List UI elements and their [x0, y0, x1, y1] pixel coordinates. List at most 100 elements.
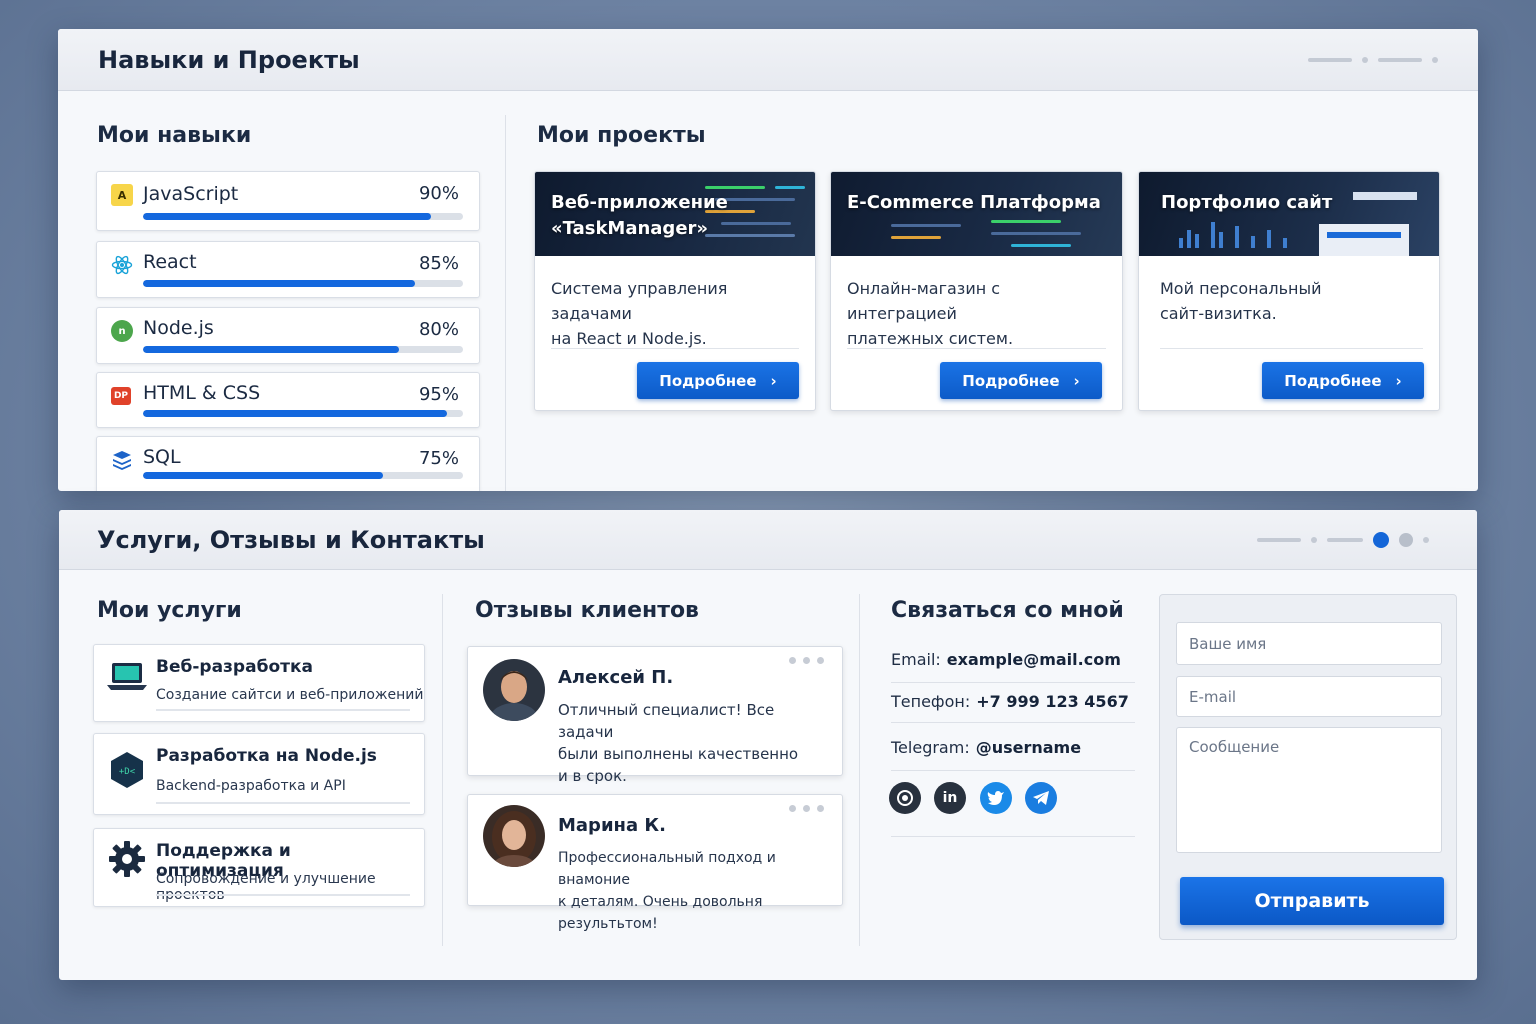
- service-description: Сопровождение и улучшение проектов: [156, 871, 376, 903]
- skill-name: JavaScript: [143, 183, 239, 205]
- contact-label: Тепефон:: [891, 692, 971, 711]
- skills-title: Мои навыки: [97, 123, 252, 148]
- submit-button[interactable]: Отправить: [1180, 877, 1444, 925]
- project-description-line2: платежных систем.: [847, 329, 1014, 348]
- more-options-icon[interactable]: [789, 805, 824, 812]
- details-button-label: Подробнее: [962, 371, 1060, 390]
- service-card-support: Поддержка и оптимизация Сопровождение и …: [93, 828, 425, 907]
- carousel-indicator: [1308, 56, 1438, 63]
- skill-percent: 80%: [418, 319, 459, 340]
- skill-card-nodejs: n Node.js 80%: [96, 307, 480, 364]
- twitter-icon[interactable]: [980, 782, 1012, 814]
- project-title: Портфолио сайт: [1161, 192, 1333, 213]
- panel-header: Навыки и Проекты: [58, 29, 1478, 91]
- chevron-right-icon: ›: [1073, 371, 1080, 390]
- project-description: Мой персональный: [1160, 279, 1322, 298]
- skill-card-react: React 85%: [96, 241, 480, 298]
- project-description-line2: на React и Node.js.: [551, 329, 707, 348]
- skill-name: React: [143, 251, 197, 273]
- review-text-line2: к деталям. Очень довольня результьтом!: [558, 894, 763, 932]
- services-title: Мои услуги: [97, 598, 242, 623]
- skill-progress-bar: [143, 410, 463, 417]
- review-card: Марина К. Профессиональный подход и внам…: [467, 794, 843, 932]
- nodejs-icon: n: [111, 320, 133, 342]
- email-input[interactable]: [1176, 676, 1442, 717]
- project-title: E-Commerce Платформа: [847, 192, 1101, 213]
- details-button-label: Подробнее: [1284, 371, 1382, 390]
- carousel-dot-active[interactable]: [1373, 531, 1389, 548]
- github-icon[interactable]: [889, 782, 921, 814]
- details-button[interactable]: Подробнее ›: [637, 362, 799, 399]
- project-screenshot: E-Commerce Платформа: [831, 172, 1122, 256]
- phone-link[interactable]: +7 999 123 4567: [976, 692, 1129, 711]
- javascript-icon: A: [111, 184, 133, 206]
- review-card: Алексей П. Отличный специалист! Все зада…: [467, 646, 843, 785]
- project-title-line2: «TaskManager»: [551, 218, 709, 239]
- skill-percent: 95%: [418, 384, 459, 405]
- service-card-web: Веб-разработка Создание сайтси и веб-при…: [93, 644, 425, 722]
- reviewer-name: Алексей П.: [558, 667, 674, 688]
- linkedin-icon[interactable]: in: [934, 782, 966, 814]
- divider: [505, 115, 506, 491]
- details-button-label: Подробнее: [659, 371, 757, 390]
- skill-percent: 75%: [418, 448, 459, 469]
- project-card-portfolio: Портфолио сайт Мой персональный сайт-визи…: [1138, 171, 1440, 411]
- project-screenshot: Веб-приложение «TaskManager»: [535, 172, 815, 256]
- panel-header: Услуги, Отзывы и Контакты: [59, 510, 1477, 570]
- review-text: Профессиональный подход и внамоние: [558, 850, 776, 888]
- skill-progress-bar: [143, 472, 463, 479]
- project-card-taskmanager: Веб-приложение «TaskManager» Система упра…: [534, 171, 816, 411]
- chevron-right-icon: ›: [770, 371, 777, 390]
- avatar: [483, 659, 545, 721]
- chevron-right-icon: ›: [1395, 371, 1402, 390]
- nodejs-hexagon-icon: +D<: [106, 750, 148, 790]
- name-input[interactable]: [1176, 622, 1442, 665]
- project-screenshot: Портфолио сайт: [1139, 172, 1439, 256]
- laptop-icon: [106, 657, 148, 697]
- details-button[interactable]: Подробнее ›: [940, 362, 1102, 399]
- skill-percent: 90%: [418, 183, 459, 204]
- project-description: Онлайн-магазин с интеграцией: [847, 279, 1001, 323]
- contact-form: Отправить: [1159, 594, 1457, 940]
- skill-name: Node.js: [143, 317, 214, 339]
- message-textarea[interactable]: [1176, 727, 1442, 853]
- contact-label: Telegram:: [891, 738, 970, 757]
- contact-telegram: Telegram: @username: [891, 738, 1135, 757]
- review-text-line3: и в срок.: [558, 767, 627, 785]
- skill-name: SQL: [143, 446, 181, 468]
- html-icon: DP: [111, 387, 131, 405]
- services-reviews-contacts-panel: Услуги, Отзывы и Контакты Мои услуги Веб…: [59, 510, 1477, 980]
- carousel-dot[interactable]: [1399, 532, 1413, 547]
- service-title: Разработка на Node.js: [156, 746, 377, 766]
- project-description-line2: сайт-визитка.: [1160, 304, 1277, 323]
- skill-progress-bar: [143, 213, 463, 220]
- contact-title: Связаться со мной: [891, 598, 1124, 623]
- service-title: Веб-разработка: [156, 657, 313, 677]
- contact-email: Email: example@mail.com: [891, 650, 1135, 669]
- reviewer-name: Марина К.: [558, 815, 666, 836]
- skill-card-sql: SQL 75%: [96, 436, 480, 491]
- contact-phone: Тепефон: +7 999 123 4567: [891, 692, 1135, 711]
- telegram-icon[interactable]: [1025, 782, 1057, 814]
- more-options-icon[interactable]: [789, 657, 824, 664]
- projects-title: Мои проекты: [537, 123, 706, 148]
- email-link[interactable]: example@mail.com: [947, 650, 1121, 669]
- review-text-line2: были выполнены качественно: [558, 745, 799, 763]
- panel-title: Услуги, Отзывы и Контакты: [97, 525, 485, 554]
- skill-percent: 85%: [418, 253, 459, 274]
- review-text: Отличный специалист! Все задачи: [558, 701, 775, 741]
- details-button[interactable]: Подробнее ›: [1262, 362, 1424, 399]
- carousel-indicator: [1257, 531, 1429, 548]
- gear-icon: [106, 839, 148, 879]
- skills-projects-panel: Навыки и Проекты Мои навыки A JavaScript…: [58, 29, 1478, 491]
- reviews-title: Отзывы клиентов: [475, 598, 699, 623]
- skill-card-javascript: A JavaScript 90%: [96, 171, 480, 231]
- skill-name: HTML & CSS: [143, 382, 261, 404]
- panel-title: Навыки и Проекты: [98, 45, 360, 74]
- service-card-nodejs: +D< Разработка на Node.js Backend-разраб…: [93, 733, 425, 815]
- skill-card-html-css: DP HTML & CSS 95%: [96, 372, 480, 428]
- telegram-link[interactable]: @username: [976, 738, 1081, 757]
- avatar: [483, 805, 545, 867]
- project-title: Веб-приложение: [551, 192, 728, 213]
- service-description: Создание сайтси и веб-приложений: [156, 687, 424, 703]
